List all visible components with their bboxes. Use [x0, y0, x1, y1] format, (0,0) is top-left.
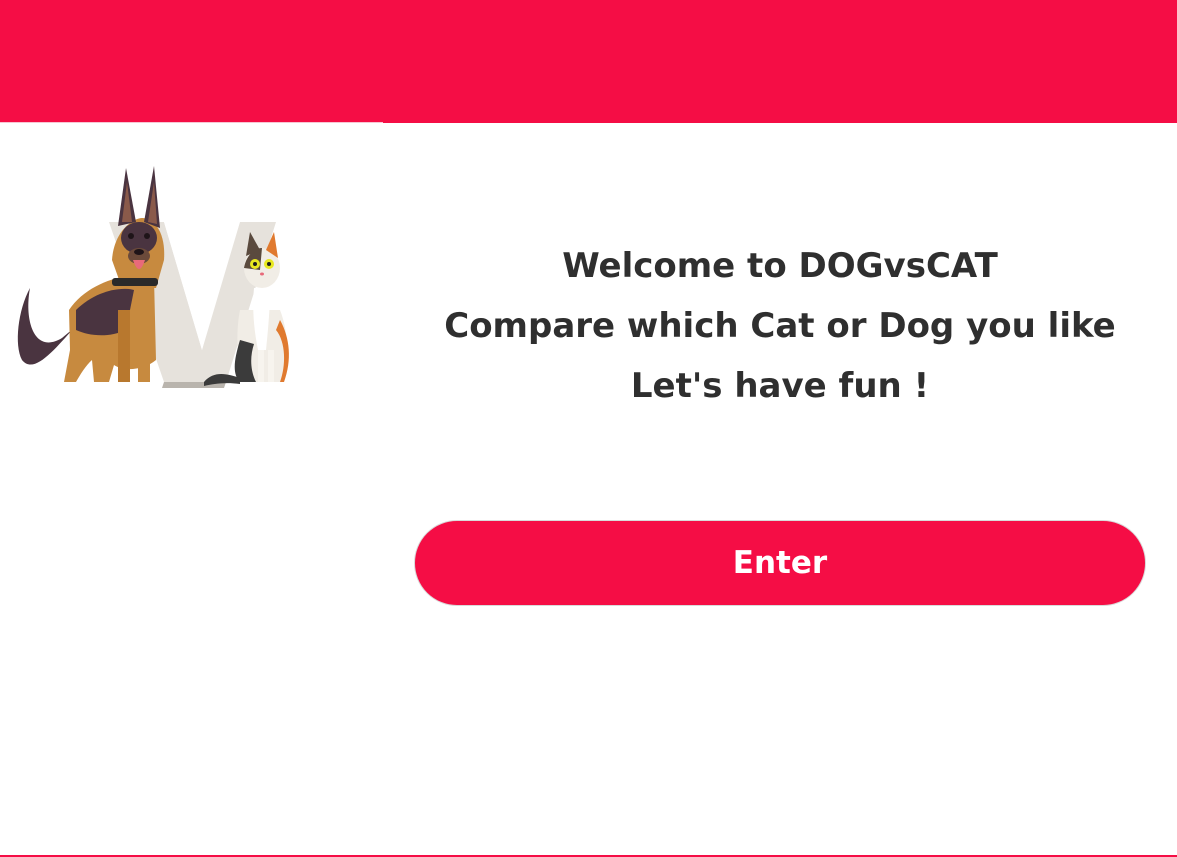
welcome-message: Welcome to DOGvsCAT Compare which Cat or…	[383, 236, 1177, 416]
welcome-tagline: Let's have fun !	[630, 366, 930, 406]
welcome-subtitle: Compare which Cat or Dog you like	[444, 306, 1116, 346]
welcome-title: Welcome to DOGvsCAT	[562, 246, 998, 286]
header-divider	[0, 122, 383, 123]
welcome-page: Welcome to DOGvsCAT Compare which Cat or…	[0, 0, 1177, 857]
enter-button[interactable]: Enter	[414, 520, 1146, 606]
header-bar	[0, 0, 1177, 123]
dog-vs-cat-logo-icon	[14, 160, 294, 392]
